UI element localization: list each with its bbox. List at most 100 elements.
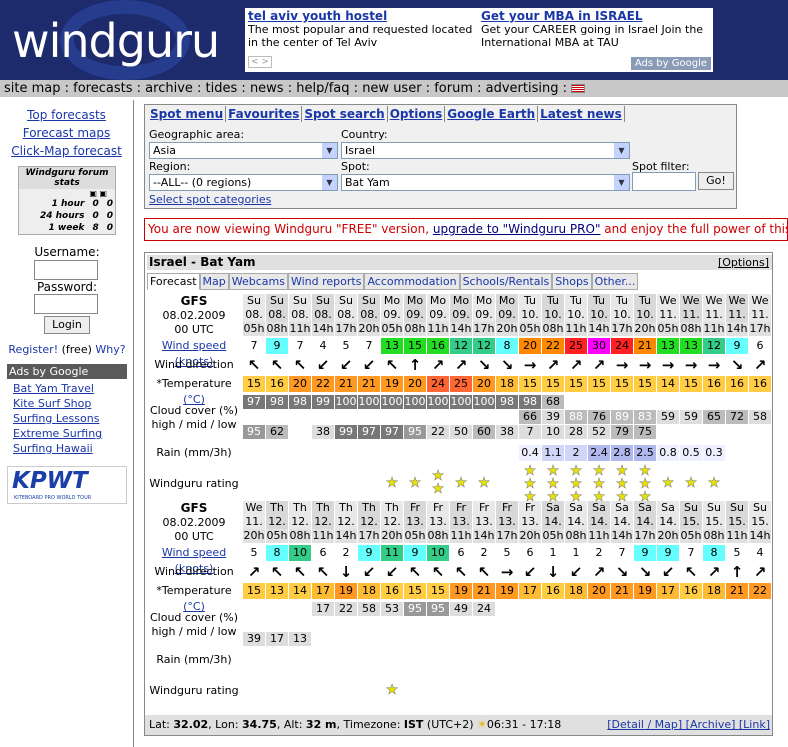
temperature-cell: 15 [427, 583, 449, 599]
wind-speed-cell: 7 [358, 338, 380, 354]
spot-select[interactable]: Bat Yam ▼ [341, 174, 630, 191]
rain-cell [335, 445, 357, 461]
wind-arrow-icon: → [684, 356, 698, 374]
wind-arrow-icon: → [707, 356, 721, 374]
rating-stars: ★ ★ ★ [565, 464, 587, 505]
temperature-cell: 16 [680, 583, 702, 599]
top-forecasts-link[interactable]: Top forecasts [0, 106, 133, 124]
tab-shops[interactable]: Shops [552, 273, 592, 290]
ad-link[interactable]: Bat Yam Travel [13, 382, 94, 395]
nav-forum[interactable]: forum [434, 81, 473, 96]
spot-filter-input[interactable] [632, 172, 696, 191]
ads-by-google-title[interactable]: Ads by Google [7, 364, 127, 379]
cloud-high-cell [243, 602, 265, 616]
tab-forecast[interactable]: Forecast [147, 273, 200, 290]
go-button[interactable]: Go! [698, 172, 734, 190]
nav-tides[interactable]: tides [206, 81, 238, 96]
wind-arrow-icon: ↗ [592, 563, 606, 581]
day-cell: Fr [427, 501, 449, 515]
tab-latest-news[interactable]: Latest news [538, 106, 625, 122]
rain-cell [312, 445, 334, 461]
date-cell: 13. [404, 515, 426, 529]
nav-archive[interactable]: archive [145, 81, 193, 96]
nav-new-user[interactable]: new user [362, 81, 421, 96]
tab-accommodation[interactable]: Accommodation [364, 273, 460, 290]
nav-site-map[interactable]: site map [4, 81, 61, 96]
upgrade-link[interactable]: upgrade to "Windguru PRO" [433, 222, 601, 236]
date-cell: 15. [749, 515, 771, 529]
nav-advertising[interactable]: advertising [486, 81, 559, 96]
ad-arrows[interactable]: < > [248, 56, 272, 68]
ad-link[interactable]: Surfing Hawaii [13, 442, 93, 455]
wind-speed-cell: 8 [266, 545, 288, 561]
cloud-low-cell [749, 632, 771, 646]
ad-link[interactable]: Surfing Lessons [13, 412, 99, 425]
tab-spot-menu[interactable]: Spot menu [148, 106, 227, 122]
nav-news[interactable]: news [250, 81, 284, 96]
cloud-mid-cell [243, 410, 265, 424]
cloud-high-cell: 97 [243, 395, 265, 409]
temperature-label: *Temperature (°C) [156, 584, 232, 613]
tab-favourites[interactable]: Favourites [226, 106, 303, 122]
day-cell: Th [335, 501, 357, 515]
geo-select[interactable]: Asia ▼ [149, 142, 338, 159]
login-button[interactable]: Login [44, 316, 90, 334]
ad-1[interactable]: tel aviv youth hostel The most popular an… [248, 10, 480, 50]
wind-speed-cell: 11 [381, 545, 403, 561]
wind-arrow-icon: ↙ [385, 563, 399, 581]
tab-schools[interactable]: Schools/Rentals [459, 273, 553, 290]
wind-speed-cell: 7 [680, 545, 702, 561]
wind-arrow-icon: → [500, 563, 514, 581]
register-link[interactable]: Register! [8, 343, 58, 356]
why-link[interactable]: Why? [95, 343, 125, 356]
uk-flag-icon[interactable] [571, 84, 586, 93]
spot-tabs: Spot menu Favourites Spot search Options Goo… [148, 106, 625, 122]
wind-arrow-icon: → [661, 356, 675, 374]
wind-speed-cell: 6 [519, 545, 541, 561]
username-input[interactable] [34, 260, 98, 280]
region-select[interactable]: --ALL-- (0 regions) ▼ [149, 174, 338, 191]
select-categories-link[interactable]: Select spot categories [149, 193, 271, 206]
ad-link[interactable]: Extreme Surfing [13, 427, 102, 440]
rain-cell: 2.4 [588, 445, 610, 461]
day-cell: Mo [496, 294, 518, 308]
star-icon: ★ [454, 475, 468, 491]
tab-wind-reports[interactable]: Wind reports [287, 273, 365, 290]
tab-google-earth[interactable]: Google Earth [445, 106, 539, 122]
ad-link[interactable]: Kite Surf Shop [13, 397, 91, 410]
tab-other[interactable]: Other... [591, 273, 639, 290]
kpwt-banner[interactable]: KPWT KITEBOARD PRO WORLD TOUR [7, 466, 127, 504]
wind-speed-cell: 4 [312, 338, 334, 354]
tab-spot-search[interactable]: Spot search [302, 106, 388, 122]
tab-webcams[interactable]: Webcams [228, 273, 288, 290]
options-link[interactable]: [Options] [718, 255, 769, 270]
hour-cell: 17h [473, 322, 495, 336]
hour-cell: 05h [266, 529, 288, 543]
day-cell: Sa [611, 501, 633, 515]
hour-cell: 11h [726, 529, 748, 543]
date-cell: 08. [312, 308, 334, 322]
nav-forecasts[interactable]: forecasts [73, 81, 132, 96]
nav-help[interactable]: help/faq [296, 81, 349, 96]
country-select[interactable]: Israel ▼ [341, 142, 630, 159]
tab-map[interactable]: Map [199, 273, 229, 290]
tab-options[interactable]: Options [388, 106, 446, 122]
click-map-link[interactable]: Click-Map forecast [0, 142, 133, 160]
day-cell: Tu [611, 294, 633, 308]
temperature-cell: 15 [680, 376, 702, 392]
cloud-mid-cell: 66 [519, 410, 541, 424]
wind-arrow-icon: ↖ [270, 356, 284, 374]
wind-speed-cell: 7 [611, 545, 633, 561]
cloud-low-cell: 60 [473, 425, 495, 439]
ads-by-google[interactable]: Ads by Google [630, 57, 711, 70]
cloud-high-cell [588, 395, 610, 409]
footer-links[interactable]: [Detail / Map] [Archive] [Link] [607, 715, 770, 735]
logo[interactable]: windguru [12, 14, 220, 68]
ad-2[interactable]: Get your MBA in ISRAEL Get your CAREER go… [481, 10, 713, 50]
cloud-high-cell [657, 395, 679, 409]
model-info: GFS 08.02.2009 00 UTC [162, 294, 226, 336]
password-input[interactable] [34, 294, 98, 314]
hour-cell: 11h [289, 322, 311, 336]
forecast-maps-link[interactable]: Forecast maps [0, 124, 133, 142]
cloud-low-cell: 17 [266, 632, 288, 646]
